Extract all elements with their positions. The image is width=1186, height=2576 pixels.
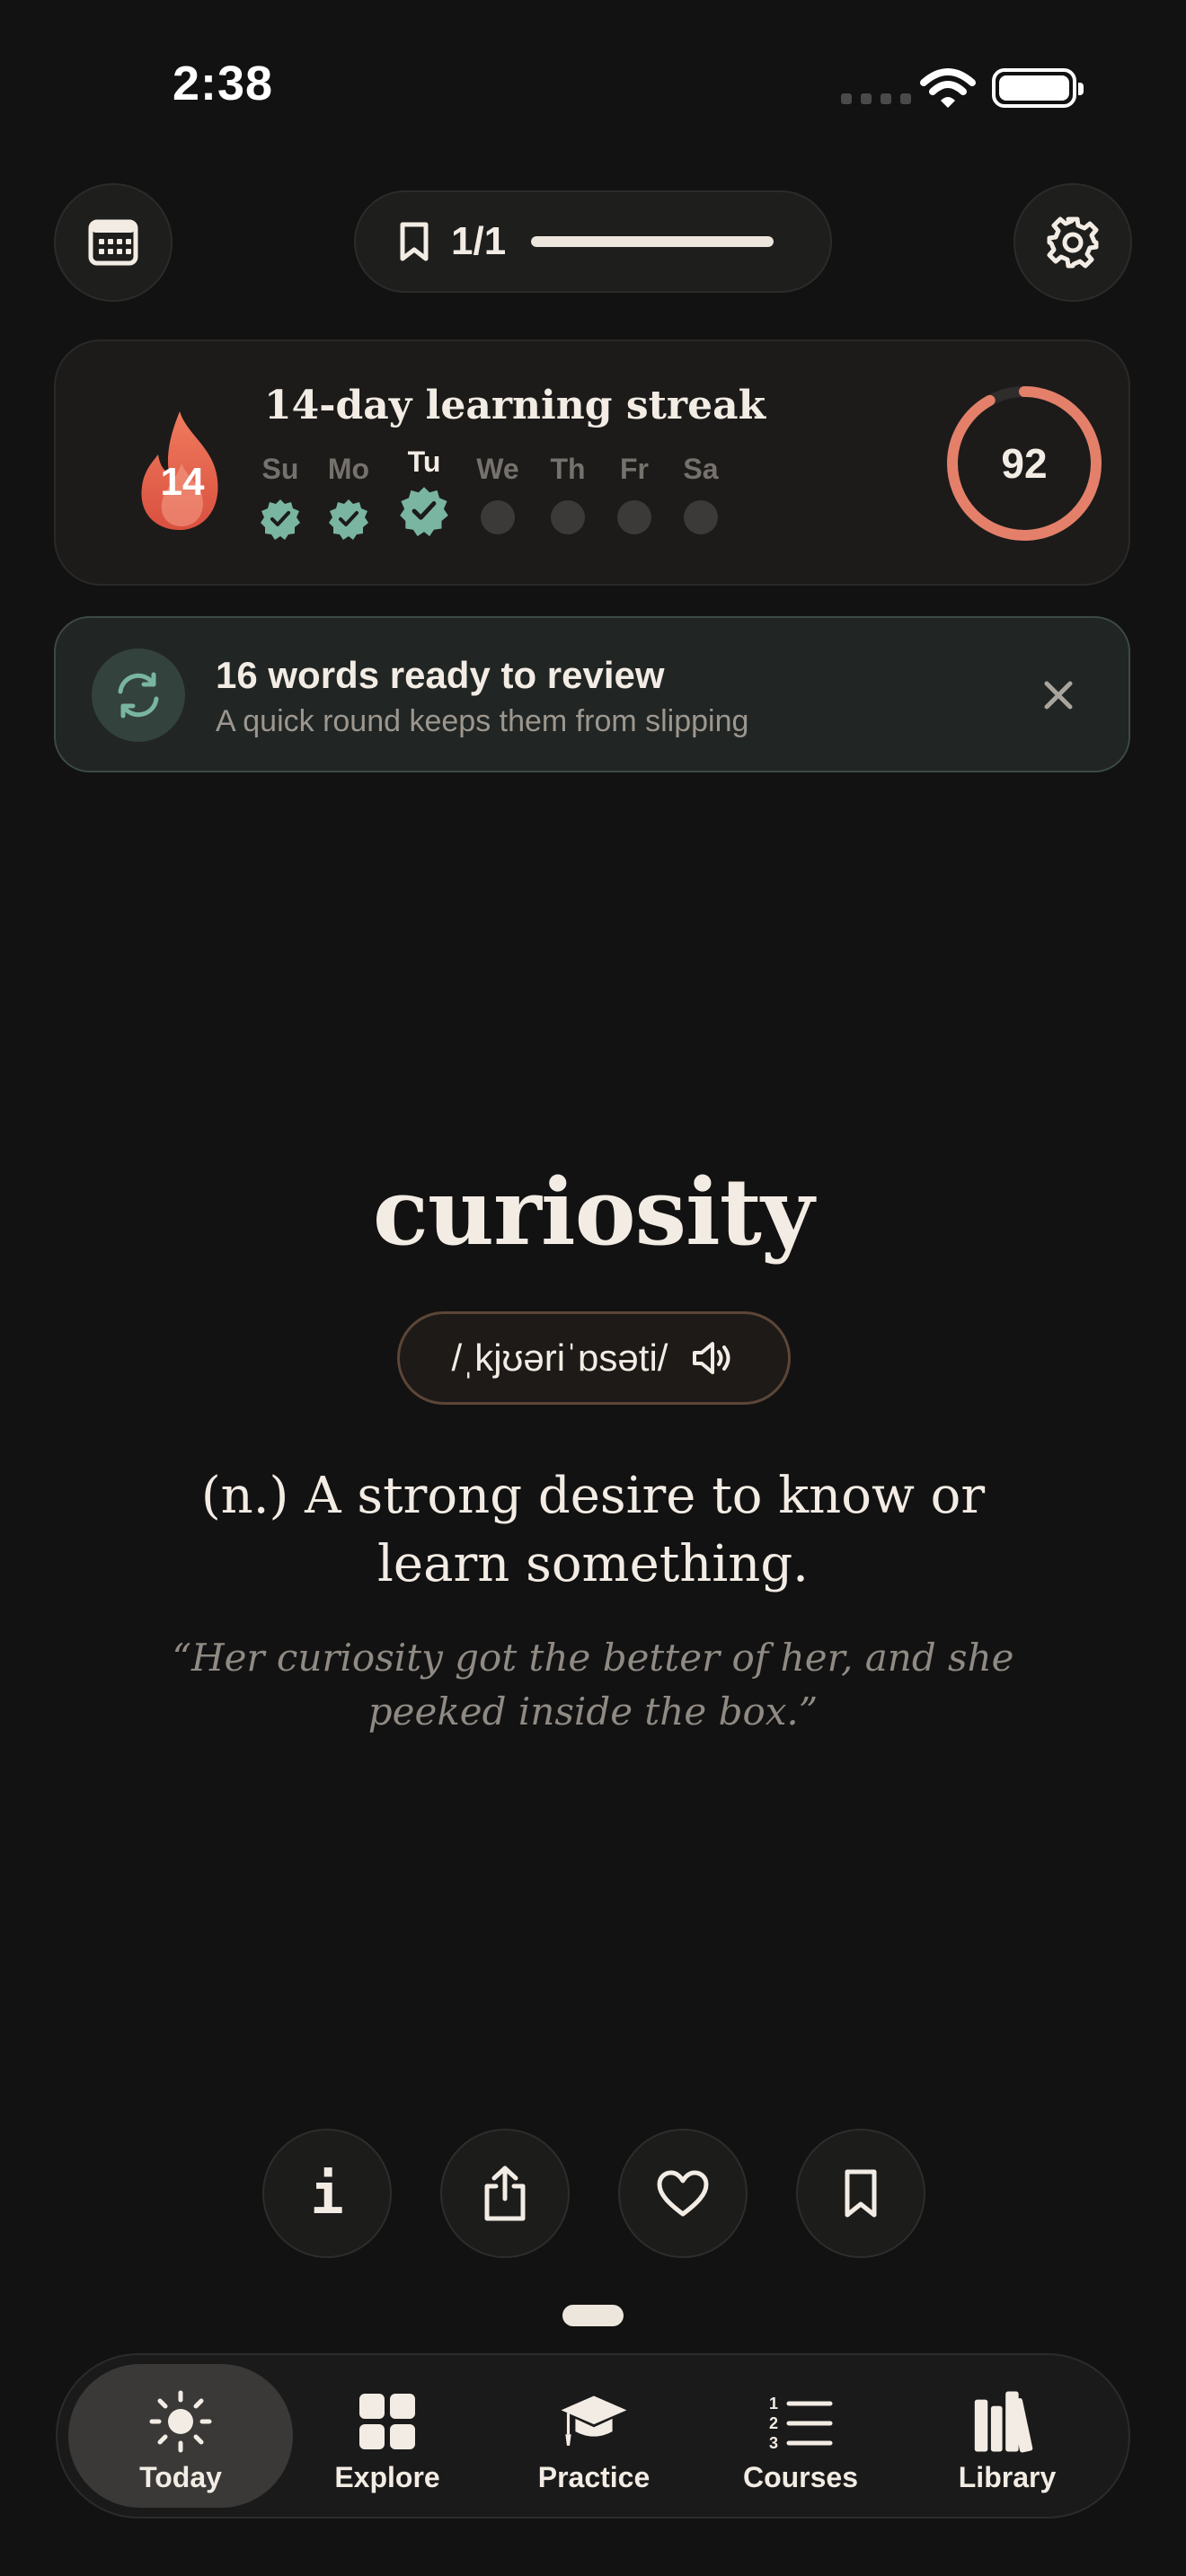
close-icon [1044, 681, 1073, 710]
review-subtitle: A quick round keeps them from slipping [216, 704, 749, 738]
tab-today[interactable]: Today [68, 2364, 293, 2508]
share-button[interactable] [440, 2129, 570, 2258]
svg-text:1: 1 [769, 2395, 778, 2413]
phonetic-text: /ˌkjʊəriˈɒsəti/ [451, 1337, 668, 1379]
day-label: Th [550, 453, 586, 485]
review-title: 16 words ready to review [216, 654, 665, 696]
check-badge-icon [400, 487, 448, 536]
bookmark-button[interactable] [796, 2129, 925, 2258]
graduation-cap-icon [560, 2389, 628, 2454]
drag-handle[interactable] [562, 2305, 624, 2326]
tab-practice[interactable]: Practice [482, 2364, 706, 2508]
close-button[interactable] [1026, 663, 1091, 728]
day-su: Su [244, 453, 316, 544]
tab-courses[interactable]: 1 2 3 Courses [688, 2364, 913, 2508]
day-label: Sa [683, 453, 719, 485]
progress-count: 1/1 [451, 219, 507, 263]
share-icon [484, 2166, 526, 2221]
day-we: We [462, 453, 534, 534]
streak-count: 14 [160, 460, 205, 504]
heart-icon [657, 2170, 709, 2217]
tab-explore[interactable]: Explore [275, 2364, 500, 2508]
tab-label: Practice [537, 2461, 651, 2493]
cellular-signal-icon [841, 93, 913, 104]
day-label: Mo [327, 453, 370, 485]
sun-icon [146, 2389, 215, 2454]
week-days: Su Mo Tu We Th Fr Sa [261, 446, 803, 560]
info-icon: i [310, 2160, 344, 2227]
grid-icon [353, 2389, 421, 2454]
pronunciation-button[interactable]: /ˌkjʊəriˈɒsəti/ [397, 1311, 791, 1405]
streak-title: 14-day learning streak [264, 383, 766, 428]
flame-icon: 14 [124, 408, 241, 534]
tab-label: Courses [742, 2461, 859, 2493]
score-ring: 92 [943, 383, 1105, 544]
day-label: Fr [620, 453, 649, 485]
day-sa: Sa [665, 453, 737, 534]
day-fr: Fr [598, 453, 670, 534]
tab-bar: Today Explore Practice 1 2 3 Courses Lib… [56, 2353, 1130, 2519]
check-badge-icon [261, 499, 300, 540]
progress-bar [531, 236, 774, 247]
day-empty-dot [481, 500, 515, 534]
review-banner[interactable]: 16 words ready to review A quick round k… [54, 616, 1130, 772]
favorite-button[interactable] [618, 2129, 748, 2258]
svg-text:3: 3 [769, 2434, 778, 2450]
svg-text:2: 2 [769, 2414, 778, 2432]
day-label: We [476, 453, 519, 485]
calendar-button[interactable] [54, 183, 173, 302]
score-value: 92 [1001, 440, 1048, 487]
settings-button[interactable] [1013, 183, 1132, 302]
tab-label: Today [139, 2461, 222, 2493]
gear-icon [1047, 216, 1099, 269]
numbered-list-icon: 1 2 3 [766, 2389, 835, 2454]
check-badge-icon [329, 499, 368, 540]
tab-label: Explore [334, 2461, 440, 2493]
day-tu: Tu [388, 446, 460, 541]
refresh-icon [92, 648, 185, 742]
day-label: Tu [407, 446, 441, 478]
wifi-icon [920, 66, 976, 110]
day-label: Su [261, 453, 299, 485]
info-button[interactable]: i [262, 2129, 392, 2258]
word-definition: (n.) A strong desire to know or learn so… [200, 1467, 986, 1593]
tab-label: Library [958, 2461, 1057, 2493]
bookmark-icon [845, 2169, 877, 2218]
tab-library[interactable]: Library [895, 2364, 1120, 2508]
day-mo: Mo [313, 453, 385, 544]
word-term: curiosity [372, 1159, 814, 1266]
calendar-icon [88, 219, 138, 266]
streak-card[interactable]: 14 14-day learning streak Su Mo Tu We Th Fr Sa… [54, 340, 1130, 586]
word-example: “Her curiosity got the better of her, an… [172, 1636, 1014, 1734]
speaker-icon [693, 1342, 730, 1374]
status-time: 2:38 [173, 57, 274, 110]
day-empty-dot [684, 500, 718, 534]
collection-progress-pill[interactable]: 1/1 [354, 190, 832, 293]
books-icon [973, 2389, 1041, 2454]
day-empty-dot [617, 500, 651, 534]
day-empty-dot [551, 500, 585, 534]
battery-icon [992, 68, 1084, 108]
day-th: Th [532, 453, 604, 534]
bookmark-icon [400, 222, 429, 261]
